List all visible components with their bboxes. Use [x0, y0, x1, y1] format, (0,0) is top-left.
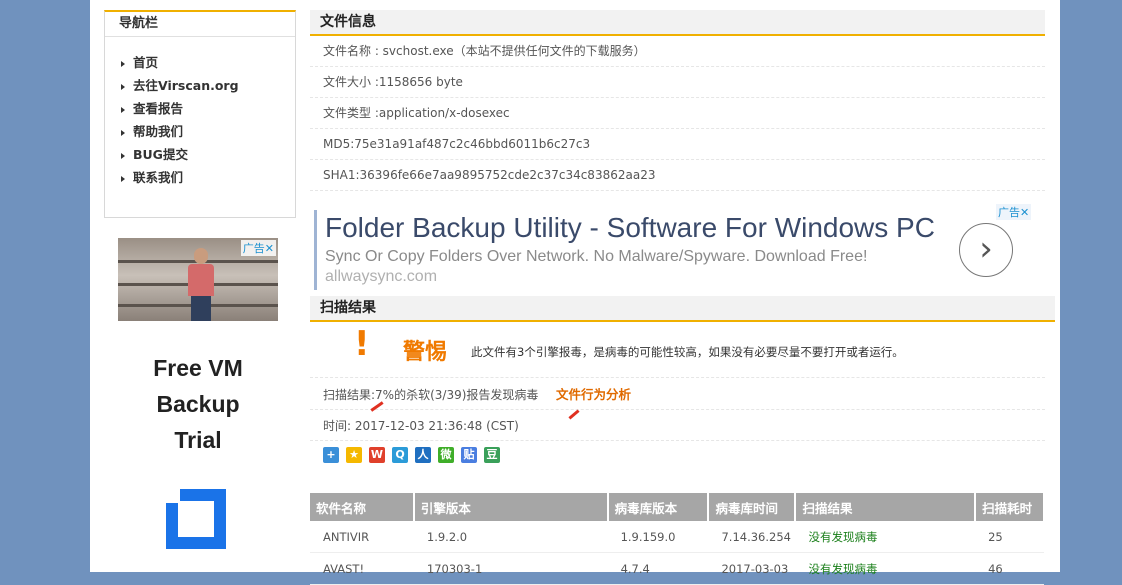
warning-text: 此文件有3个引擎报毒，是病毒的可能性较高，如果没有必要尽量不要打开或者运行。 — [471, 345, 904, 359]
nav-list: 首页 去往Virscan.org 查看报告 帮助我们 BUG提交 联系我们 — [105, 37, 295, 189]
douban-icon[interactable]: 豆 — [484, 447, 500, 463]
table-row: AVAST! 170303-1 4.7.4 2017-03-03 没有发现病毒 … — [310, 552, 1044, 585]
scan-summary: 扫描结果:7%的杀软(3/39)报告发现病毒 — [323, 388, 539, 402]
weibo-icon[interactable]: W — [369, 447, 385, 463]
nav-title: 导航栏 — [105, 12, 295, 37]
cell-scan-duration: 46 — [975, 552, 1044, 585]
nav-item-label: 去往Virscan.org — [133, 78, 239, 93]
cell-engine-version: 170303-1 — [413, 552, 608, 585]
col-header-scan-duration[interactable]: 扫描耗时 — [975, 493, 1045, 521]
nav-item-label: 联系我们 — [133, 170, 184, 185]
banner-title[interactable]: Folder Backup Utility - Software For Win… — [325, 212, 935, 244]
share-more-icon[interactable]: + — [323, 447, 339, 463]
nav-item-view-report[interactable]: 查看报告 — [121, 97, 295, 120]
wechat-icon[interactable]: 微 — [438, 447, 454, 463]
person-figure — [186, 248, 216, 321]
ad-logo-notch — [166, 489, 180, 503]
banner-ad[interactable]: Folder Backup Utility - Software For Win… — [314, 204, 1041, 294]
nav-item-bug-report[interactable]: BUG提交 — [121, 143, 295, 166]
arrow-right-icon — [121, 83, 125, 90]
sidebar-ad[interactable]: 广告✕ Free VM Backup Trial — [118, 238, 278, 572]
cell-db-time: 7.14.36.254 — [708, 521, 796, 553]
nav-item-label: 帮助我们 — [133, 124, 184, 139]
warning-row: ! 警惕 此文件有3个引擎报毒，是病毒的可能性较高，如果没有必要尽量不要打开或者… — [310, 322, 1045, 378]
scan-result-title: 扫描结果 — [310, 296, 1055, 322]
chevron-right-icon[interactable]: › — [959, 223, 1013, 277]
main-content: 文件信息 文件名称 : svchost.exe（本站不提供任何文件的下载服务） … — [310, 10, 1055, 585]
md5-row: MD5:75e31a91af487c2c46bbd6011b6c27c3 — [310, 129, 1045, 160]
arrow-right-icon — [121, 129, 125, 136]
warning-icon: ! — [354, 324, 370, 364]
arrow-right-icon — [121, 106, 125, 113]
nav-item-label: 首页 — [133, 55, 159, 70]
col-header-software[interactable]: 软件名称 — [310, 493, 415, 521]
tencent-weibo-icon[interactable]: Q — [392, 447, 408, 463]
arrow-right-icon — [121, 175, 125, 182]
cell-db-version: 1.9.159.0 — [607, 521, 709, 553]
cell-scan-result: 没有发现病毒 — [795, 552, 976, 585]
renren-icon[interactable]: 人 — [415, 447, 431, 463]
qzone-icon[interactable]: ★ — [346, 447, 362, 463]
nav-item-virscan[interactable]: 去往Virscan.org — [121, 74, 295, 97]
col-header-db-version[interactable]: 病毒库版本 — [607, 493, 710, 521]
banner-accent-bar — [314, 210, 317, 290]
nav-item-home[interactable]: 首页 — [121, 51, 295, 74]
nav-item-help-us[interactable]: 帮助我们 — [121, 120, 295, 143]
ad-badge[interactable]: 广告✕ — [996, 204, 1032, 220]
close-icon[interactable]: ✕ — [1020, 206, 1029, 219]
cell-software: AVAST! — [310, 552, 414, 585]
cell-db-version: 4.7.4 — [607, 552, 709, 585]
cell-engine-version: 1.9.2.0 — [413, 521, 608, 553]
nav-item-contact[interactable]: 联系我们 — [121, 166, 295, 189]
close-icon[interactable]: ✕ — [265, 242, 274, 255]
cell-scan-duration: 25 — [975, 521, 1044, 553]
arrow-right-icon — [121, 152, 125, 159]
nav-panel: 导航栏 首页 去往Virscan.org 查看报告 帮助我们 BUG提交 联系我… — [104, 10, 296, 218]
behavior-analysis-link[interactable]: 文件行为分析 — [556, 380, 631, 410]
col-header-db-time[interactable]: 病毒库时间 — [708, 493, 797, 521]
table-row: ANTIVIR 1.9.2.0 1.9.159.0 7.14.36.254 没有… — [310, 521, 1044, 553]
cell-scan-result: 没有发现病毒 — [795, 521, 976, 553]
ad-badge[interactable]: 广告✕ — [240, 240, 276, 256]
share-toolbar: + ★ W Q 人微贴豆 — [323, 447, 507, 467]
page-container: 导航栏 首页 去往Virscan.org 查看报告 帮助我们 BUG提交 联系我… — [90, 0, 1060, 585]
table-header-row: 软件名称 引擎版本 病毒库版本 病毒库时间 扫描结果 扫描耗时 — [310, 493, 1045, 521]
cell-software: ANTIVIR — [310, 521, 414, 553]
arrow-right-icon — [121, 60, 125, 67]
tieba-icon[interactable]: 贴 — [461, 447, 477, 463]
scan-time-row: 时间: 2017-12-03 21:36:48 (CST) — [310, 411, 1045, 441]
file-type-row: 文件类型 :application/x-dosexec — [310, 98, 1045, 129]
scan-results-table: 软件名称 引擎版本 病毒库版本 病毒库时间 扫描结果 扫描耗时 ANTIVIR … — [310, 493, 1045, 585]
person-legs — [191, 296, 211, 321]
col-header-scan-result[interactable]: 扫描结果 — [795, 493, 977, 521]
file-size-row: 文件大小 :1158656 byte — [310, 67, 1045, 98]
warning-label: 警惕 — [403, 340, 448, 365]
ad-headline: Free VM Backup Trial — [153, 355, 243, 453]
file-info-title: 文件信息 — [310, 10, 1045, 36]
banner-subtitle: Sync Or Copy Folders Over Network. No Ma… — [325, 248, 868, 265]
cell-db-time: 2017-03-03 — [708, 552, 796, 585]
col-header-engine-version[interactable]: 引擎版本 — [413, 493, 609, 521]
sha1-row: SHA1:36396fe66e7aa9895752cde2c37c34c8386… — [310, 160, 1045, 191]
ad-photo: 广告✕ — [118, 238, 278, 321]
scan-summary-row: 扫描结果:7%的杀软(3/39)报告发现病毒 文件行为分析 — [310, 380, 1045, 420]
file-name-row: 文件名称 : svchost.exe（本站不提供任何文件的下载服务） — [310, 36, 1045, 67]
nav-item-label: 查看报告 — [133, 101, 184, 116]
person-head — [194, 248, 208, 264]
person-body — [188, 264, 214, 296]
nav-item-label: BUG提交 — [133, 147, 188, 162]
banner-url[interactable]: allwaysync.com — [325, 268, 437, 286]
